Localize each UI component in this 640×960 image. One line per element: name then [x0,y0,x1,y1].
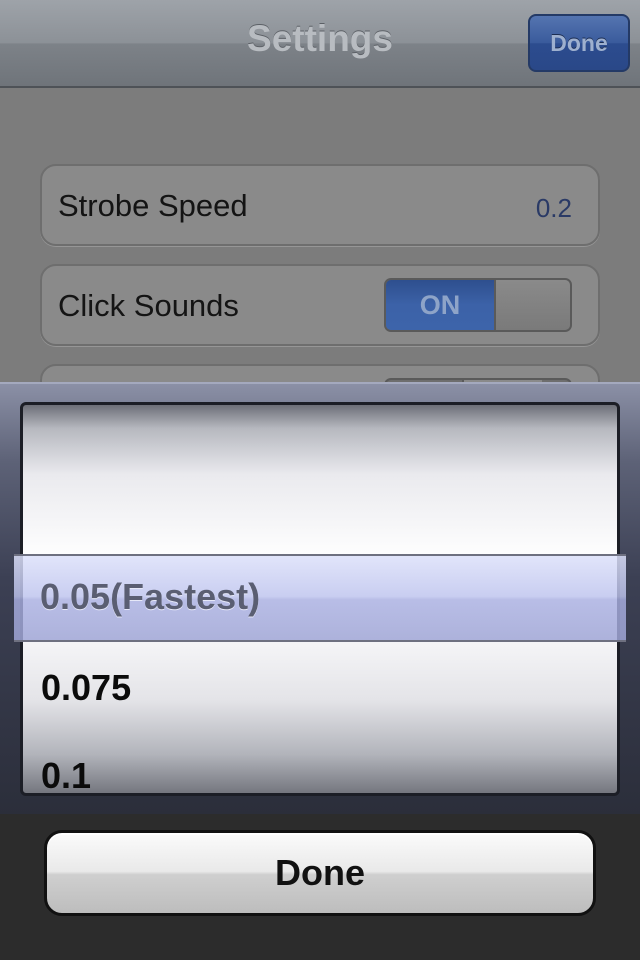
click-sounds-toggle[interactable]: ON [384,278,572,332]
toggle-knob[interactable] [494,280,570,330]
picker-selection-indicator[interactable]: 0.05(Fastest) [14,554,626,642]
nav-done-button[interactable]: Done [528,14,630,72]
strobe-speed-label: Strobe Speed [58,188,248,223]
picker-option[interactable]: 0.075 [41,667,131,709]
settings-row-strobe-speed[interactable]: Strobe Speed 0.2 [40,164,600,246]
settings-screen: Settings Done Strobe Speed 0.2 Click Sou… [0,0,640,960]
navigation-bar: Settings Done [0,0,640,88]
toggle-on-label: ON [386,280,494,330]
settings-row-click-sounds: Click Sounds ON [40,264,600,346]
done-button[interactable]: Done [44,830,596,916]
picker-option[interactable]: 0.1 [41,755,91,793]
strobe-speed-value: 0.2 [535,193,572,223]
click-sounds-label: Click Sounds [58,288,239,323]
picker-selected-option: 0.05(Fastest) [40,576,261,617]
